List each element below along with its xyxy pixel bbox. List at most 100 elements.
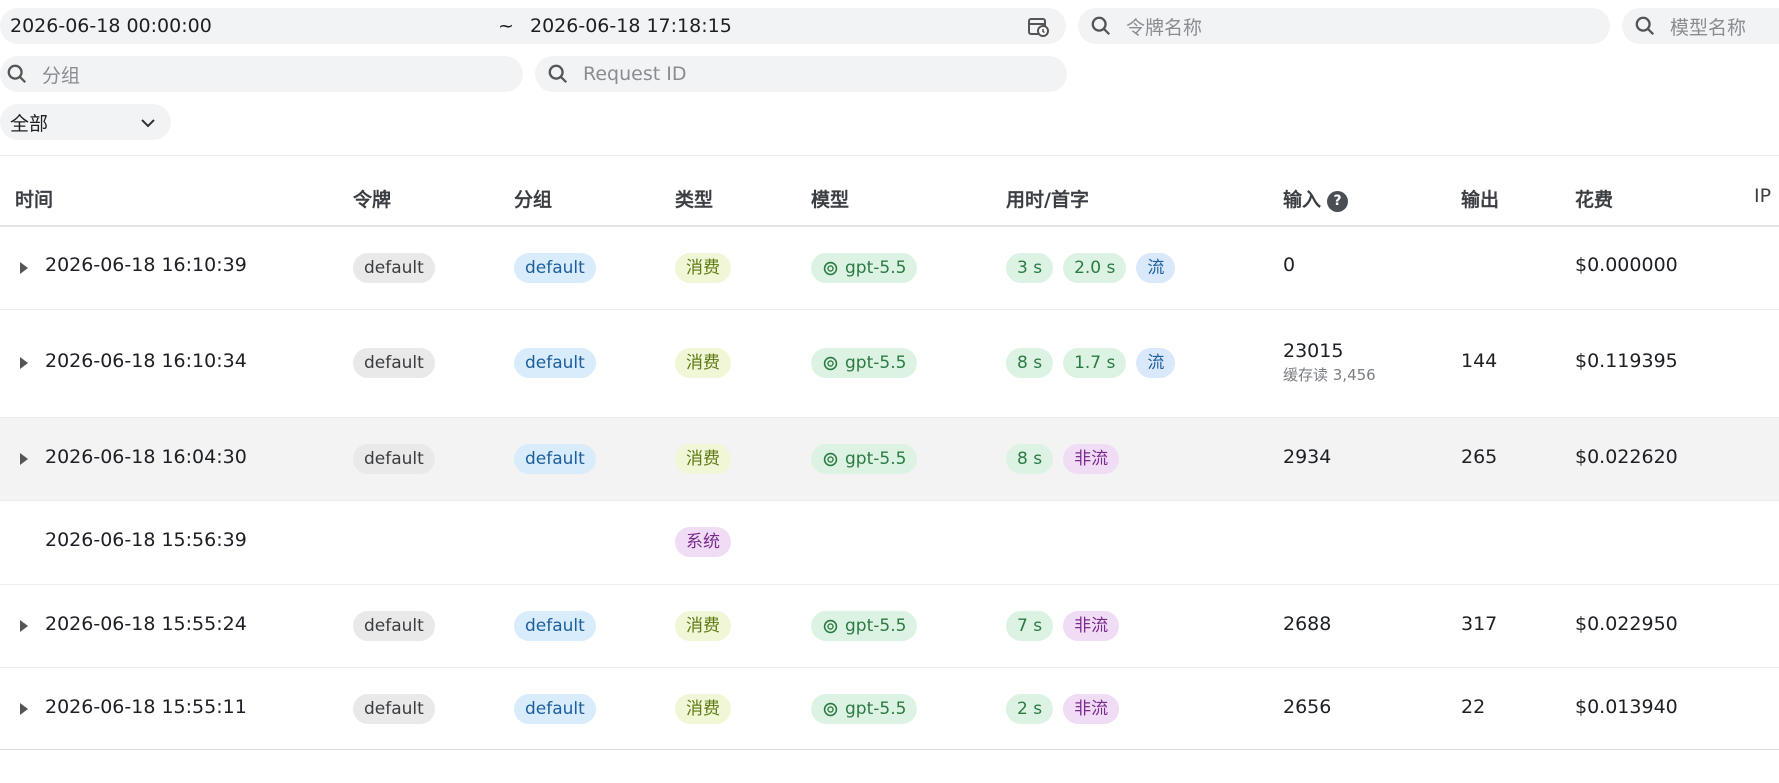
caret-right-icon[interactable] — [20, 357, 28, 369]
col-timing: 用时/首字 — [1006, 189, 1089, 211]
col-group: 分组 — [514, 189, 553, 211]
model-name-placeholder: 模型名称 — [1670, 16, 1747, 39]
duration-tag: 3 s — [1006, 253, 1054, 283]
model-name: gpt-5.5 — [845, 699, 907, 719]
date-range-picker[interactable]: 2026-06-18 00:00:00 ~ 2026-06-18 17:18:1… — [0, 8, 1066, 44]
caret-right-icon[interactable] — [20, 620, 28, 632]
model-name-search[interactable]: 模型名称 — [1622, 8, 1779, 44]
row-input: 2656 — [1283, 696, 1332, 718]
filter-divider — [0, 155, 1779, 156]
row-input: 23015 — [1283, 340, 1344, 362]
search-icon — [7, 64, 27, 84]
row-time: 2026-06-18 15:55:24 — [45, 613, 247, 635]
col-type: 类型 — [675, 189, 714, 211]
col-output: 输出 — [1461, 189, 1500, 211]
start-time[interactable]: 2026-06-18 00:00:00 — [10, 15, 498, 37]
chevron-down-icon — [141, 119, 155, 128]
request-id-search[interactable]: Request ID — [535, 56, 1067, 92]
range-separator: ~ — [498, 15, 514, 37]
row-time: 2026-06-18 16:10:39 — [45, 254, 247, 276]
token-tag: default — [353, 253, 435, 283]
help-icon[interactable]: ? — [1327, 191, 1349, 212]
col-ip: IP — [1754, 185, 1772, 207]
request-id-placeholder: Request ID — [583, 63, 687, 85]
group-placeholder: 分组 — [42, 64, 81, 87]
model-tag: gpt-5.5 — [811, 694, 918, 724]
caret-right-icon[interactable] — [20, 703, 28, 715]
type-tag: 消费 — [675, 611, 731, 641]
model-tag: gpt-5.5 — [811, 611, 918, 641]
type-tag: 消费 — [675, 694, 731, 724]
row-cost: $0.013940 — [1575, 696, 1678, 718]
row-time: 2026-06-18 15:55:11 — [45, 696, 247, 718]
caret-right-icon[interactable] — [20, 453, 28, 465]
model-name: gpt-5.5 — [845, 258, 907, 278]
model-name: gpt-5.5 — [845, 449, 907, 469]
group-search[interactable]: 分组 — [0, 56, 523, 92]
row-time: 2026-06-18 15:56:39 — [45, 529, 247, 551]
group-tag: default — [514, 611, 596, 641]
first-token-tag: 2.0 s — [1063, 253, 1127, 283]
group-tag: default — [514, 694, 596, 724]
stream-mode-tag: 非流 — [1063, 444, 1120, 474]
type-tag: 消费 — [675, 444, 731, 474]
stream-mode-tag: 流 — [1136, 348, 1176, 378]
duration-tag: 8 s — [1006, 348, 1054, 378]
col-time: 时间 — [15, 189, 54, 211]
token-tag: default — [353, 348, 435, 378]
search-icon — [1635, 16, 1655, 36]
col-input-header: 输入? — [1283, 185, 1349, 212]
model-tag: gpt-5.5 — [811, 253, 918, 283]
row-input: 2934 — [1283, 446, 1332, 468]
duration-tag: 2 s — [1006, 694, 1054, 724]
table-row[interactable]: 2026-06-18 16:10:34 default default 消费 g… — [0, 310, 1779, 418]
openai-icon — [823, 619, 838, 633]
duration-tag: 8 s — [1006, 444, 1054, 474]
calendar-icon[interactable] — [1026, 14, 1050, 38]
type-tag: 系统 — [675, 527, 731, 557]
model-tag: gpt-5.5 — [811, 348, 918, 378]
model-tag: gpt-5.5 — [811, 444, 918, 474]
cache-read: 缓存读 3,456 — [1283, 366, 1376, 384]
group-tag: default — [514, 444, 596, 474]
end-time[interactable]: 2026-06-18 17:18:15 — [530, 15, 1026, 37]
row-cost: $0.000000 — [1575, 254, 1678, 276]
openai-icon — [823, 452, 838, 466]
openai-icon — [823, 356, 838, 370]
search-icon — [548, 64, 568, 84]
stream-mode-tag: 流 — [1136, 253, 1176, 283]
col-model: 模型 — [811, 189, 850, 211]
row-output: 317 — [1461, 613, 1498, 635]
openai-icon — [823, 702, 838, 716]
row-output: 265 — [1461, 446, 1498, 468]
table-row[interactable]: 2026-06-18 16:04:30 default default 消费 g… — [0, 418, 1779, 501]
group-tag: default — [514, 253, 596, 283]
model-name: gpt-5.5 — [845, 616, 907, 636]
stream-mode-tag: 非流 — [1063, 611, 1120, 641]
model-name: gpt-5.5 — [845, 353, 907, 373]
group-tag: default — [514, 348, 596, 378]
first-token-tag: 1.7 s — [1063, 348, 1127, 378]
col-cost: 花费 — [1575, 189, 1614, 211]
caret-right-icon[interactable] — [20, 262, 28, 274]
log-type-select[interactable]: 全部 — [0, 104, 171, 140]
table-row[interactable]: 2026-06-18 16:10:39 default default 消费 g… — [0, 227, 1779, 310]
token-tag: default — [353, 694, 435, 724]
row-input: 2688 — [1283, 613, 1332, 635]
duration-tag: 7 s — [1006, 611, 1054, 641]
type-tag: 消费 — [675, 348, 731, 378]
table-row[interactable]: 2026-06-18 15:55:11 default default 消费 g… — [0, 668, 1779, 750]
col-token: 令牌 — [353, 189, 392, 211]
token-name-search[interactable]: 令牌名称 — [1078, 8, 1610, 44]
table-row[interactable]: 2026-06-18 15:55:24 default default 消费 g… — [0, 585, 1779, 668]
log-type-value: 全部 — [10, 112, 49, 135]
type-tag: 消费 — [675, 253, 731, 283]
row-cost: $0.119395 — [1575, 350, 1678, 372]
token-tag: default — [353, 611, 435, 641]
table-row[interactable]: 2026-06-18 15:56:39 系统 — [0, 501, 1779, 585]
row-output: 22 — [1461, 696, 1486, 718]
row-cost: $0.022950 — [1575, 613, 1678, 635]
openai-icon — [823, 261, 838, 275]
row-output: 144 — [1461, 350, 1498, 372]
col-input: 输入 — [1283, 189, 1322, 211]
